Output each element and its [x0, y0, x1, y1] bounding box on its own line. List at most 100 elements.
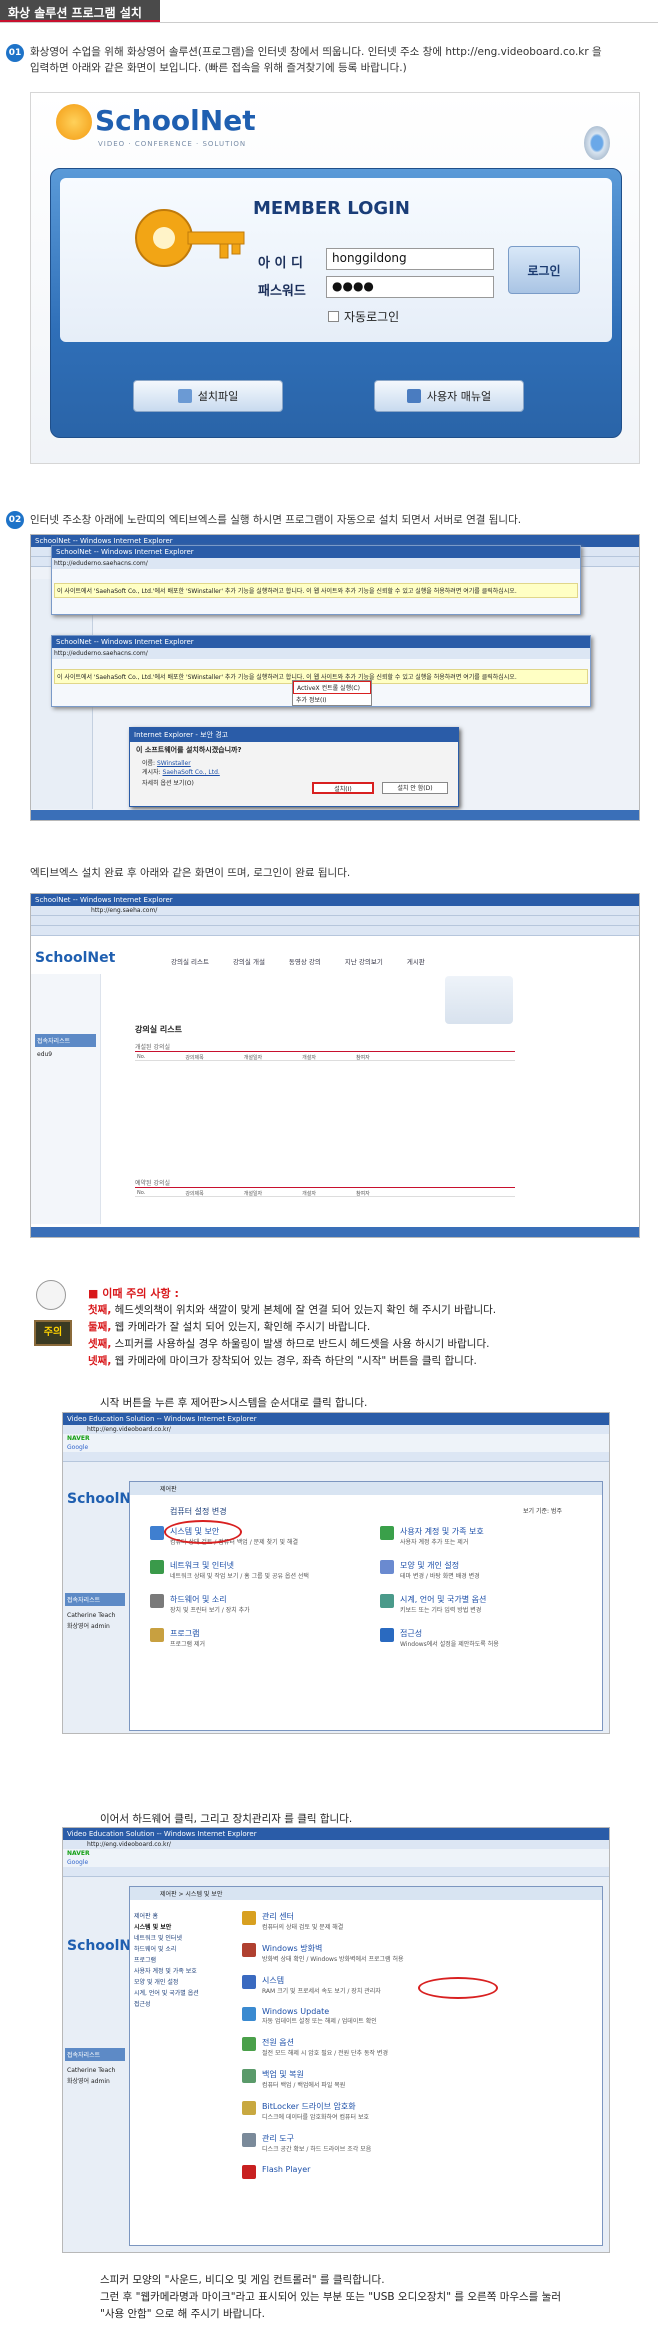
room-list-title: 강의실 리스트 [135, 1025, 182, 1034]
more-info-menu-item[interactable]: 추가 정보(I) [293, 694, 371, 705]
ie4-side-user-2: 화상영어 admin [67, 1623, 110, 1630]
cp-item-title: 네트워크 및 인터넷 [170, 1561, 234, 1570]
ie5-google-toolbar: Google [63, 1858, 609, 1867]
cp-item[interactable]: 시스템 및 보안 컴퓨터 상태 검토 / 컴퓨터 백업 / 문제 찾기 및 해결 [150, 1520, 350, 1546]
network-icon [150, 1560, 164, 1574]
ie5-naver-toolbar: NAVER [63, 1849, 609, 1858]
logged-in-screenshot: SchoolNet -- Windows Internet Explorer h… [30, 893, 640, 1238]
ss-nav-item[interactable]: 시스템 및 보안 [134, 1922, 234, 1933]
warning-item: 둘째, 웹 카메라가 잘 설치 되어 있는지, 확인해 주시기 바랍니다. [88, 1319, 648, 1336]
activex-screenshot: SchoolNet -- Windows Internet Explorer S… [30, 534, 640, 821]
password-input[interactable]: ●●●● [326, 276, 494, 298]
ss-item-sub: 디스크 공간 확보 / 하드 드라이브 조각 모음 [262, 2146, 372, 2153]
ss-nav-item[interactable]: 하드웨어 및 소리 [134, 1944, 234, 1955]
ie-window-2: SchoolNet -- Windows Internet Explorer h… [51, 635, 591, 707]
cp-item-sub: 장치 및 프린터 보기 / 장치 추가 [170, 1607, 250, 1614]
ss-nav-item[interactable]: 사용자 계정 및 가족 보호 [134, 1966, 234, 1977]
cp-item[interactable]: 네트워크 및 인터넷 네트워크 상태 및 작업 보기 / 홈 그룹 및 공유 옵션… [150, 1560, 350, 1580]
nav-past-lectures[interactable]: 지난 강의보기 [345, 956, 383, 966]
flash-icon [242, 2165, 256, 2179]
step-1-line-1: 화상영어 수업을 위해 화상영어 솔루션(프로그램)을 인터넷 창에서 띄웁니다… [30, 46, 602, 58]
ss-nav-item[interactable]: 접근성 [134, 1999, 234, 2010]
ss-item[interactable]: 전원 옵션 절전 모드 해제 시 암호 필요 / 전원 단추 동작 변경 [242, 2037, 592, 2057]
activex-context-menu: ActiveX 컨트롤 실행(C) 추가 정보(I) [292, 680, 372, 706]
webcam-icon [584, 126, 610, 160]
col-title-2: 강의제목 [185, 1191, 204, 1197]
ss-item[interactable]: 백업 및 복원 컴퓨터 백업 / 백업에서 파일 복원 [242, 2069, 592, 2089]
ss-item-title: 시스템 [262, 1976, 285, 1985]
cp-heading: 컴퓨터 설정 변경 [170, 1507, 227, 1516]
nav-open-room[interactable]: 강의실 개설 [233, 956, 265, 966]
col-date: 개설일자 [243, 1055, 263, 1061]
nav-video-lecture[interactable]: 동영상 강의 [289, 956, 321, 966]
col-date-2: 개설일자 [243, 1191, 263, 1197]
autologin-checkbox[interactable] [328, 311, 339, 322]
do-not-install-button[interactable]: 설치 안 함(D) [382, 782, 448, 794]
step-2-text: 인터넷 주소창 아래에 노란띠의 엑티브엑스를 실행 하시면 프로그램이 자동으… [30, 514, 522, 526]
power-icon [242, 2037, 256, 2051]
ie-window-1-title: SchoolNet -- Windows Internet Explorer [52, 546, 580, 558]
cp-item[interactable]: 시계, 언어 및 국가별 옵션 키보드 또는 기타 입력 방법 변경 [380, 1594, 590, 1614]
printer-icon [150, 1594, 164, 1608]
ss-nav-item[interactable]: 네트워크 및 인터넷 [134, 1933, 234, 1944]
ie5-side-user-1: Catherine Teach [67, 2067, 116, 2074]
control-panel-caption: 시작 버튼을 누른 후 제어판>시스템을 순서대로 클릭 합니다. [100, 1397, 368, 1409]
ss-nav-item[interactable]: 모양 및 개인 설정 [134, 1977, 234, 1988]
firewall-icon [242, 1943, 256, 1957]
cp-item[interactable]: 모양 및 개인 설정 테마 변경 / 바탕 화면 배경 변경 [380, 1560, 590, 1580]
col-participants-2: 참여자 [355, 1191, 370, 1197]
cp-item[interactable]: 사용자 계정 및 가족 보호 사용자 계정 추가 또는 제거 [380, 1526, 590, 1546]
install-file-button[interactable]: 설치파일 [133, 380, 283, 412]
cp-item[interactable]: 접근성 Windows에서 설정을 제안하도록 허용 [380, 1628, 590, 1648]
ss-item[interactable]: Flash Player [242, 2165, 592, 2179]
dialog-title: Internet Explorer - 보안 경고 [130, 728, 458, 742]
nav-room-list[interactable]: 강의실 리스트 [171, 956, 209, 966]
caution-sign: 주의 [34, 1320, 72, 1346]
cp-item[interactable]: 하드웨어 및 소리 장치 및 프린터 보기 / 장치 추가 [150, 1594, 350, 1614]
install-icon [177, 389, 192, 403]
ss-item-title: Flash Player [262, 2165, 311, 2174]
ss-item[interactable]: Windows Update 자동 업데이트 설정 또는 해제 / 업데이트 확인 [242, 2007, 592, 2025]
schoolnet-logo-icon [56, 104, 92, 140]
ie3-side-user: edu9 [37, 1051, 53, 1058]
update-icon [242, 2007, 256, 2021]
ss-item[interactable]: 관리 센터 컴퓨터의 상태 검토 및 문제 해결 [242, 1911, 592, 1931]
run-activex-menu-item[interactable]: ActiveX 컨트롤 실행(C) [293, 681, 371, 694]
ss-item[interactable]: Windows 방화벽 방화벽 상태 확인 / Windows 방화벽에서 프로그… [242, 1943, 592, 1963]
col-title: 강의제목 [185, 1055, 204, 1061]
ss-item[interactable]: 관리 도구 디스크 공간 확보 / 하드 드라이브 조각 모음 [242, 2133, 592, 2153]
cp-right-column: 사용자 계정 및 가족 보호 사용자 계정 추가 또는 제거 모양 및 개인 설정… [380, 1526, 590, 1648]
col-creator-2: 개설자 [302, 1191, 316, 1197]
warning-list: 첫째, 헤드셋의책이 위치와 색깔이 맞게 본체에 잘 연결 되어 있는지 확인… [88, 1302, 648, 1370]
login-button[interactable]: 로그인 [508, 246, 580, 294]
col-no-2: No. [137, 1190, 146, 1196]
title-divider [0, 22, 658, 23]
ss-nav-item[interactable]: 시계, 언어 및 국가별 옵션 [134, 1988, 234, 1999]
schoolnet-logo: SchoolNet [95, 104, 256, 137]
cp-item-title: 모양 및 개인 설정 [400, 1561, 460, 1570]
user-manual-button[interactable]: 사용자 매뉴얼 [374, 380, 524, 412]
autologin-label: 자동로그인 [344, 310, 400, 324]
col-creator: 개설자 [302, 1055, 316, 1061]
ie5-url[interactable]: http://eng.videoboard.co.kr/ [63, 1840, 609, 1849]
ie-window-1-url: http://eduderno.saehacns.com/ [52, 558, 580, 569]
ss-item[interactable]: BitLocker 드라이브 암호화 디스크에 데이터를 암호화하여 컴퓨터 보호 [242, 2101, 592, 2121]
ss-item-sub: 컴퓨터의 상태 검토 및 문제 해결 [262, 1924, 344, 1931]
id-input[interactable]: honggildong [326, 248, 494, 270]
ss-item[interactable]: 시스템 RAM 크기 및 프로세서 속도 보기 / 장치 관리자 [242, 1975, 592, 1999]
nav-board[interactable]: 게시판 [407, 956, 425, 966]
warning-item-num: 첫째, [88, 1304, 112, 1316]
warning-item-num: 둘째, [88, 1321, 112, 1333]
ss-nav-item[interactable]: 프로그램 [134, 1955, 234, 1966]
ie3-nav: 강의실 리스트 강의실 개설 동영상 강의 지난 강의보기 게시판 [171, 956, 425, 966]
ie4-url[interactable]: http://eng.videoboard.co.kr/ [63, 1425, 609, 1434]
ss-nav-item[interactable]: 제어판 홈 [134, 1911, 234, 1922]
ss-item-title: Windows Update [262, 2007, 330, 2016]
warning-item-text: 헤드셋의책이 위치와 색깔이 맞게 본체에 잘 연결 되어 있는지 확인 해 주… [111, 1304, 497, 1316]
security-warning-dialog: Internet Explorer - 보안 경고 이 소프트웨어를 설치하시겠… [129, 727, 459, 807]
ie3-url[interactable]: http://eng.saeha.com/ [31, 906, 639, 916]
cp-item[interactable]: 프로그램 프로그램 제거 [150, 1628, 350, 1648]
install-button[interactable]: 설치(I) [312, 782, 374, 794]
appearance-icon [380, 1560, 394, 1574]
activex-infobar-1[interactable]: 이 사이트에서 'SaehaSoft Co., Ltd.'에서 배포한 'SWi… [54, 583, 578, 598]
